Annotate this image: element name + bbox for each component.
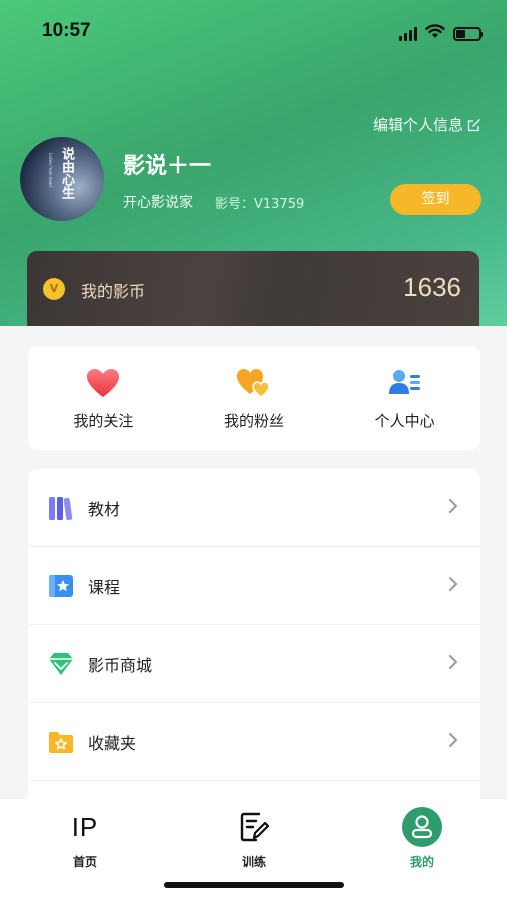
menu-item-textbooks[interactable]: 教材 <box>28 469 480 547</box>
menu-item-coin-store[interactable]: 影币商城 <box>28 625 480 703</box>
avatar[interactable]: 说由心生 Listen from heart <box>20 137 104 221</box>
edit-profile-link[interactable]: 编辑个人信息 <box>373 114 481 135</box>
user-title: 开心影说家 <box>123 195 193 211</box>
fans-heart-icon <box>236 368 272 398</box>
avatar-text: 说由心生 <box>59 147 74 199</box>
edit-profile-label: 编辑个人信息 <box>372 116 463 134</box>
signal-icon <box>399 26 417 41</box>
tab-label: 首页 <box>72 855 97 869</box>
quick-item-label: 我的关注 <box>73 412 134 430</box>
tab-label: 训练 <box>241 855 266 869</box>
quick-item-fans[interactable]: 我的粉丝 <box>179 346 330 450</box>
coin-value: 1636 <box>403 272 461 302</box>
folder-star-icon <box>47 728 75 756</box>
menu-item-label: 课程 <box>88 577 121 597</box>
battery-icon <box>453 26 483 41</box>
diamond-icon <box>47 650 75 678</box>
edit-icon <box>467 118 481 132</box>
username: 影说＋一 <box>123 154 212 179</box>
ip-icon: IP <box>72 807 99 847</box>
status-time: 10:57 <box>42 20 91 41</box>
chevron-right-icon <box>448 576 458 596</box>
ip-icon-text: IP <box>71 811 99 842</box>
chevron-right-icon <box>448 654 458 674</box>
wifi-icon <box>425 24 445 43</box>
personal-center-icon <box>388 368 422 398</box>
home-indicator <box>164 882 344 888</box>
course-star-icon <box>47 572 75 600</box>
avatar-subtext: Listen from heart <box>48 153 53 188</box>
menu-item-courses[interactable]: 课程 <box>28 547 480 625</box>
menu-item-label: 影币商城 <box>88 655 153 675</box>
chevron-right-icon <box>448 498 458 518</box>
tab-label: 我的 <box>409 855 434 869</box>
tab-mine[interactable]: 我的 <box>362 807 482 870</box>
checkin-button[interactable]: 签到 <box>390 184 481 215</box>
menu-item-label: 教材 <box>88 499 121 519</box>
quick-item-label: 我的粉丝 <box>224 412 285 430</box>
menu-item-label: 收藏夹 <box>88 733 137 753</box>
chevron-right-icon <box>448 732 458 752</box>
user-icon <box>402 807 442 847</box>
coin-label: 我的影币 <box>81 282 146 301</box>
quick-item-label: 个人中心 <box>374 412 435 430</box>
menu-list: 教材 课程 影币商城 收藏夹 <box>28 469 480 809</box>
quick-actions-card: 我的关注 我的粉丝 个人中心 <box>28 346 480 450</box>
quick-item-following[interactable]: 我的关注 <box>28 346 179 450</box>
books-icon <box>47 494 75 522</box>
tab-home[interactable]: IP 首页 <box>25 807 145 870</box>
heart-icon <box>86 368 120 398</box>
menu-item-favorites[interactable]: 收藏夹 <box>28 703 480 781</box>
coin-icon: V <box>43 278 65 300</box>
edit-doc-icon <box>239 807 269 847</box>
user-id: 影号：V13759 <box>215 197 305 212</box>
tab-training[interactable]: 训练 <box>194 807 314 870</box>
my-coins-card[interactable]: V 我的影币 1636 <box>27 251 479 326</box>
status-icons <box>399 24 483 43</box>
quick-item-personal-center[interactable]: 个人中心 <box>329 346 480 450</box>
status-bar: 10:57 <box>0 0 507 62</box>
